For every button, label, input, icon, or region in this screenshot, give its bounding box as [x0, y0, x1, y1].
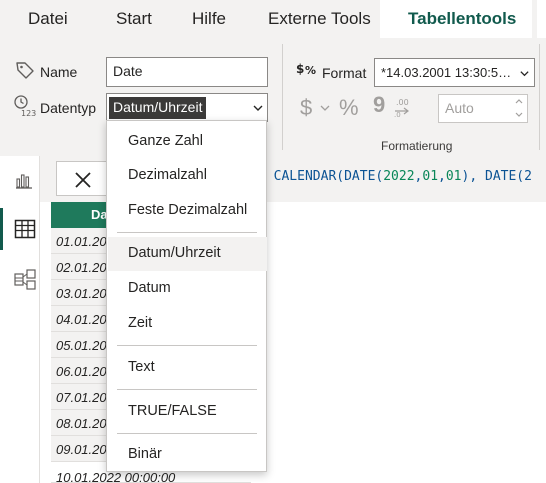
datatype-dropdown-menu: Ganze Zahl Dezimalzahl Feste Dezimalzahl… [106, 120, 267, 472]
datatype-selected-value: Datum/Uhrzeit [109, 97, 207, 119]
menu-item-fixed-decimal[interactable]: Feste Dezimalzahl [108, 194, 267, 228]
menu-item-date[interactable]: Datum [108, 272, 267, 306]
name-label: Name [40, 64, 78, 80]
formula-comma-2: , [438, 169, 446, 184]
formula-arg-year: 2022 [383, 169, 415, 184]
menu-item-true-false[interactable]: TRUE/FALSE [108, 395, 267, 429]
formula-arg-month: 01 [422, 169, 439, 184]
chevron-down-icon [253, 105, 263, 111]
ribbon-tabs: Datei Start Hilfe Externe Tools Tabellen… [0, 0, 546, 38]
decimal-places-value: Auto [445, 100, 474, 116]
datatype-label: Datentyp [40, 100, 97, 116]
decrease-decimal-icon[interactable]: .00 .0 [392, 96, 416, 118]
format-icon: $ % [296, 62, 316, 77]
tab-table-tools[interactable]: Tabellentools [408, 9, 516, 29]
svg-text:.00: .00 [396, 98, 409, 107]
tag-icon [16, 62, 34, 79]
chevron-down-icon [320, 105, 330, 111]
menu-separator [117, 345, 257, 346]
formula-suffix: ), DATE(2 [461, 169, 532, 184]
formula-prefix: = CALENDAR(DATE( [258, 169, 384, 184]
menu-separator [117, 433, 257, 434]
menu-item-datetime[interactable]: Datum/Uhrzeit [108, 237, 267, 271]
chevron-down-icon [520, 71, 529, 77]
datatype-clock-icon: 123 [14, 95, 36, 118]
menu-item-time[interactable]: Zeit [108, 307, 267, 341]
formatting-group-label: Formatierung [381, 139, 453, 153]
currency-button[interactable]: $ [300, 95, 312, 121]
formula-arg-day: 01 [445, 169, 462, 184]
close-icon [75, 172, 91, 188]
format-label: Format [322, 65, 367, 81]
active-view-indicator [0, 208, 3, 250]
name-input[interactable]: Date [106, 57, 268, 87]
table-view-icon[interactable] [14, 218, 36, 240]
ribbon: Name Date 123 Datentyp Datum/Uhrzeit $ %… [0, 38, 546, 156]
menu-item-whole-number[interactable]: Ganze Zahl [108, 125, 267, 159]
datatype-select[interactable]: Datum/Uhrzeit [106, 93, 268, 122]
ribbon-separator-right [539, 44, 540, 150]
spinner-icon[interactable] [514, 96, 524, 120]
svg-text:123: 123 [21, 109, 36, 118]
view-rail [0, 156, 40, 483]
tab-right-sliver [537, 0, 546, 38]
svg-text:%: % [305, 64, 316, 77]
tab-external-tools[interactable]: Externe Tools [268, 9, 371, 29]
formula-input[interactable]: = CALENDAR(DATE(2022,01,01), DATE(2 [258, 169, 532, 184]
svg-text:$: $ [296, 62, 304, 76]
model-view-icon[interactable] [13, 269, 37, 291]
menu-item-decimal-number[interactable]: Dezimalzahl [108, 159, 267, 193]
ribbon-separator [282, 44, 283, 150]
cancel-formula-button[interactable] [56, 161, 111, 196]
report-view-icon[interactable] [14, 170, 34, 190]
tab-start[interactable]: Start [116, 9, 152, 29]
tab-file[interactable]: Datei [28, 9, 68, 29]
format-selected-value: *14.03.2001 13:30:5… [381, 65, 512, 80]
menu-item-text[interactable]: Text [108, 351, 267, 385]
menu-separator [117, 389, 257, 390]
menu-item-binary[interactable]: Binär [108, 438, 267, 472]
tab-help[interactable]: Hilfe [192, 9, 226, 29]
menu-separator [117, 232, 257, 233]
percent-button[interactable]: % [339, 95, 359, 121]
comma-button[interactable]: 9 [373, 92, 385, 118]
format-select[interactable]: *14.03.2001 13:30:5… [374, 58, 535, 87]
svg-text:.0: .0 [394, 111, 401, 118]
